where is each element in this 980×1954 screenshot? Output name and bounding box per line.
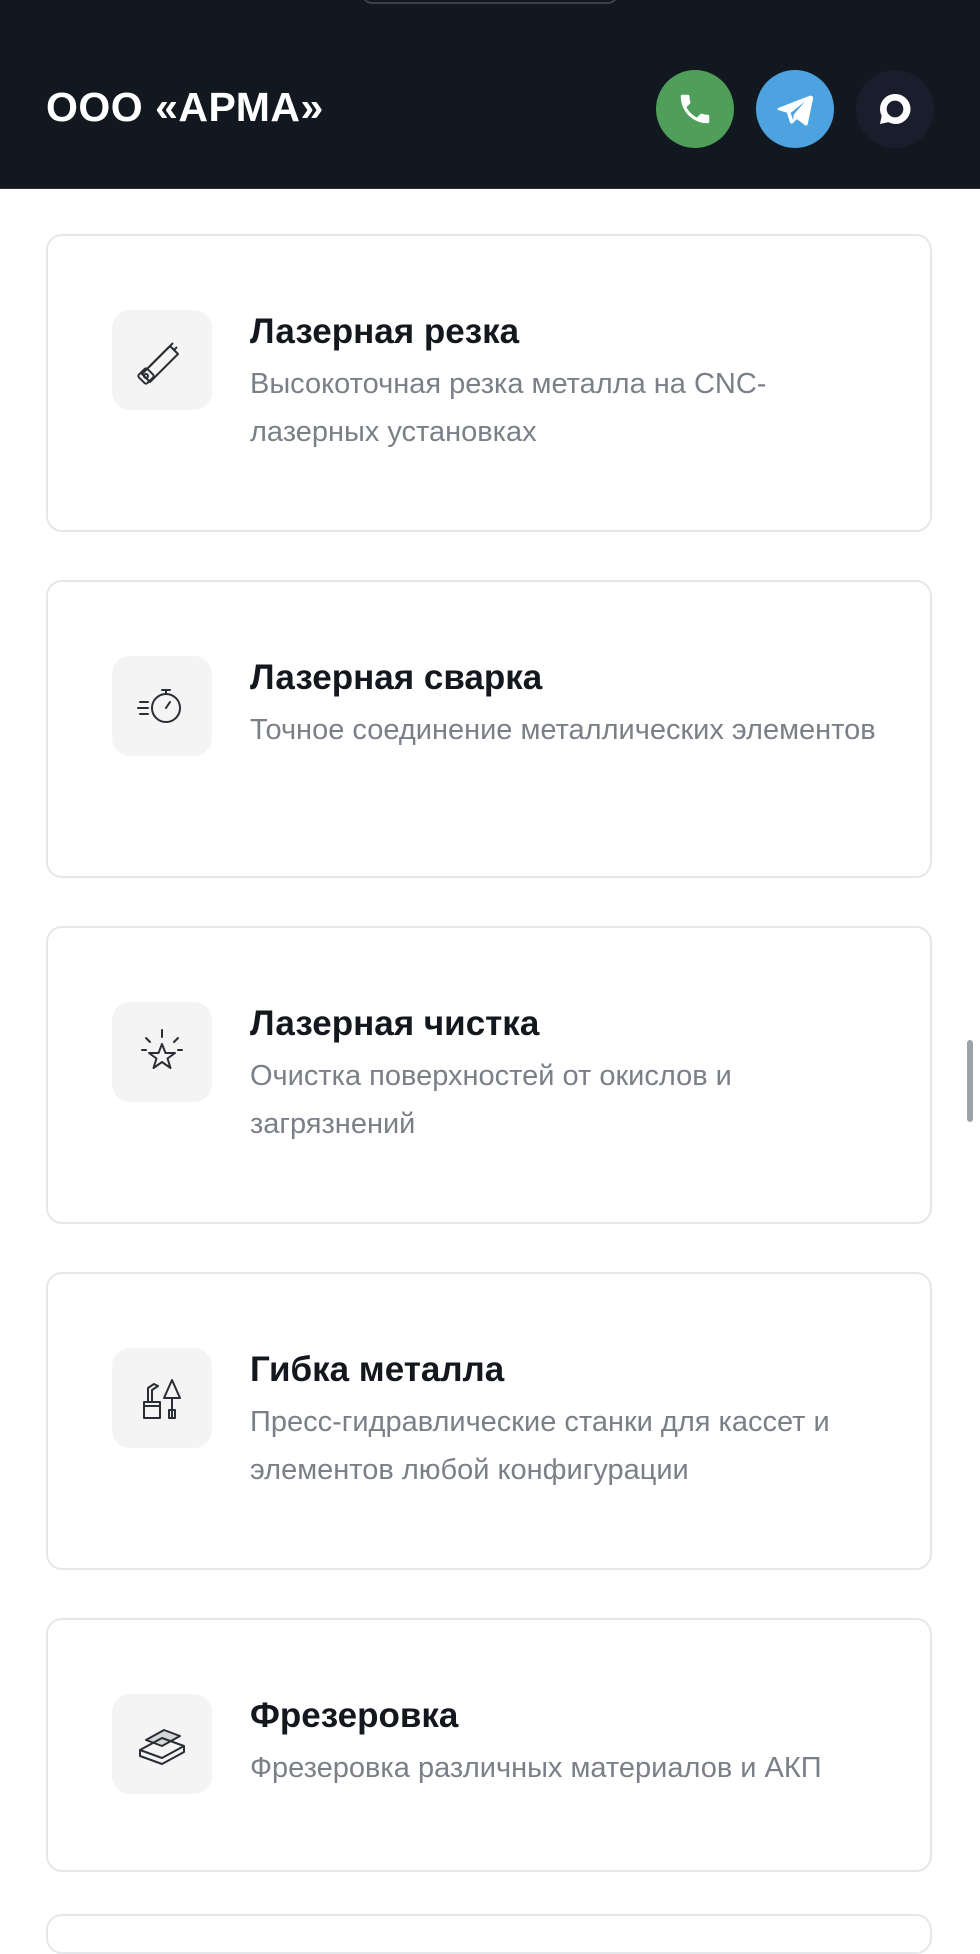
telegram-icon: [777, 95, 814, 126]
paint-tools-icon: [112, 1348, 212, 1448]
chat-icon: [880, 93, 911, 124]
phone-button[interactable]: [656, 70, 734, 148]
brand-title[interactable]: ООО «АРМА»: [46, 84, 324, 131]
service-card-milling[interactable]: Фрезеровка Фрезеровка различных материал…: [46, 1618, 932, 1872]
saw-icon: [112, 310, 212, 410]
stopwatch-icon: [112, 656, 212, 756]
service-description: Точное соединение металлических элементо…: [250, 714, 876, 746]
service-card-next[interactable]: [46, 1914, 932, 1954]
star-icon: [112, 1002, 212, 1102]
service-card-metal-bending[interactable]: Гибка металла Пресс-гидравлические станк…: [46, 1272, 932, 1570]
phone-icon: [680, 94, 710, 124]
service-card-laser-welding[interactable]: Лазерная сварка Точное соединение металл…: [46, 580, 932, 878]
service-title: Фрезеровка: [250, 1696, 459, 1735]
service-title: Лазерная чистка: [250, 1004, 540, 1043]
service-description: Высокоточная резка металла на CNC-лазерн…: [250, 368, 767, 448]
device-notch: [362, 0, 618, 4]
service-card-laser-cleaning[interactable]: Лазерная чистка Очистка поверхностей от …: [46, 926, 932, 1224]
service-title: Лазерная резка: [250, 312, 520, 351]
telegram-button[interactable]: [756, 70, 834, 148]
service-description: Фрезеровка различных материалов и АКП: [250, 1752, 822, 1784]
service-description: Пресс-гидравлические станки для кассет и…: [250, 1406, 830, 1486]
layers-icon: [112, 1694, 212, 1794]
scrollbar[interactable]: [967, 1040, 973, 1122]
service-description: Очистка поверхностей от окислов и загряз…: [250, 1060, 732, 1140]
service-title: Лазерная сварка: [250, 658, 543, 697]
service-card-laser-cutting[interactable]: Лазерная резка Высокоточная резка металл…: [46, 234, 932, 532]
chat-button[interactable]: [856, 70, 934, 148]
service-title: Гибка металла: [250, 1350, 505, 1389]
app-header: ООО «АРМА»: [0, 0, 980, 189]
